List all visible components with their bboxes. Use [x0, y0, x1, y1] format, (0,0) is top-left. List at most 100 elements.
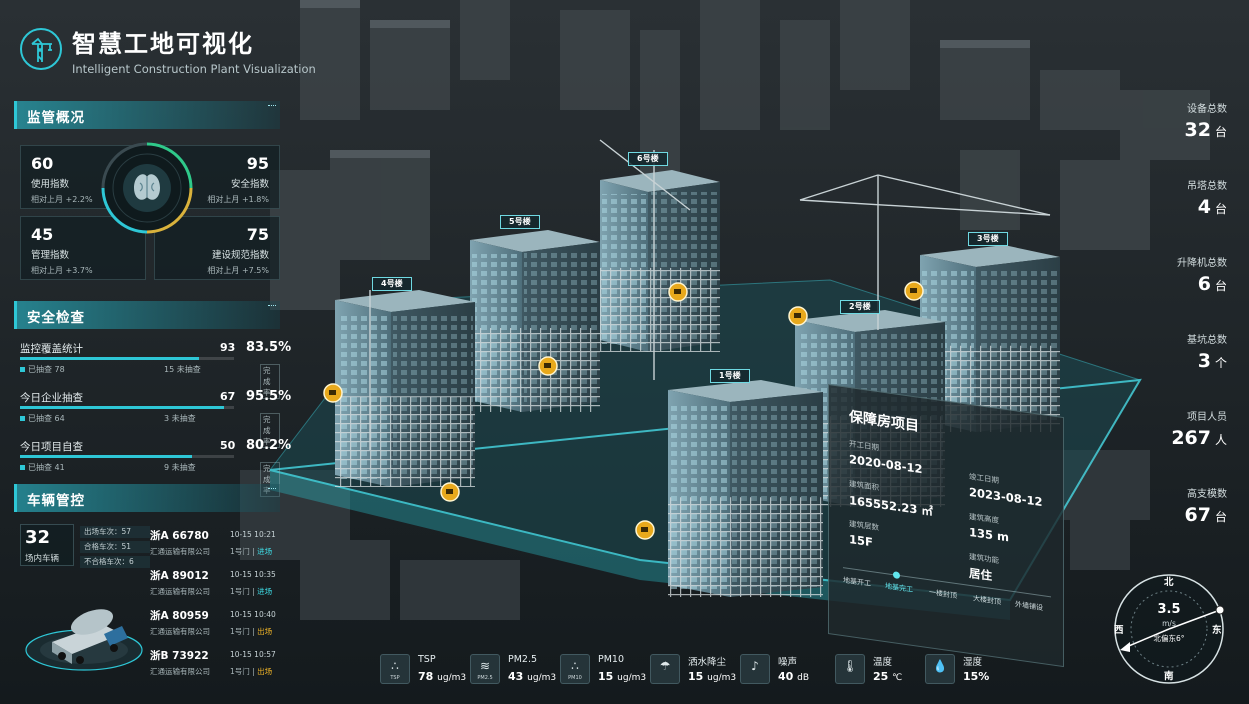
- stat-value: 67 台: [1107, 504, 1227, 526]
- env-unit: dB: [797, 673, 810, 683]
- unchecked-count: 3 未抽查: [164, 413, 196, 424]
- stat-item[interactable]: 吊塔总数 4台: [1107, 177, 1227, 218]
- env-metric[interactable]: 🌡 温度 25 ℃: [835, 652, 921, 688]
- env-unit: ug/m3: [527, 673, 557, 683]
- stat-label: 基坑总数: [1187, 335, 1227, 346]
- unqualified-count: 不合格车次：6: [80, 556, 150, 568]
- page-title: 智慧工地可视化: [72, 30, 254, 58]
- height-label: 建筑高度: [969, 511, 999, 526]
- env-unit: ℃: [892, 673, 903, 683]
- index-value: 45: [31, 225, 54, 244]
- stat-value: 3个: [1107, 350, 1227, 372]
- vehicle-record[interactable]: 浙A 66780 10-15 10:21 汇通运输有限公司 1号门 | 进场: [150, 528, 280, 562]
- safety-row-count: 93: [220, 341, 236, 354]
- stat-number: 3: [1197, 350, 1211, 372]
- checked-label: 已抽查: [28, 365, 52, 374]
- vehicle-direction: 进场: [257, 547, 273, 556]
- progress-step-3: 一楼封顶: [929, 588, 957, 601]
- vehicle-time: 10-15 10:57: [230, 650, 276, 659]
- end-date-label: 竣工日期: [969, 471, 999, 486]
- env-metric[interactable]: ☂ 洒水降尘 15 ug/m3: [650, 652, 736, 688]
- stat-label: 高支模数: [1187, 489, 1227, 500]
- vehicle-company: 汇通运输有限公司: [150, 547, 210, 556]
- safety-row[interactable]: 监控覆盖统计 93 83.5% 已抽查 78 15 未抽查 完成率: [14, 340, 291, 399]
- index-label: 安全指数: [230, 179, 269, 190]
- page-subtitle: Intelligent Construction Plant Visualiza…: [72, 62, 316, 76]
- wind-direction: 北偏东6°: [1153, 634, 1185, 643]
- env-number: 40: [778, 670, 794, 683]
- building-tag-1[interactable]: 1号楼: [710, 369, 750, 383]
- index-change: 相对上月 +1.8%: [207, 195, 269, 204]
- env-unit: ug/m3: [707, 673, 737, 683]
- env-value: 25 ℃: [873, 670, 902, 683]
- stat-item[interactable]: 设备总数 32 台: [1107, 100, 1227, 141]
- building-tag-2[interactable]: 2号楼: [840, 300, 880, 314]
- exit-count: 出场车次：57: [80, 526, 150, 538]
- env-metric[interactable]: ∴ TSP TSP 78 ug/m3: [380, 652, 466, 688]
- checked-value: 41: [54, 463, 65, 472]
- env-name: 湿度: [963, 657, 983, 668]
- vehicle-record[interactable]: 浙A 89012 10-15 10:35 汇通运输有限公司 1号门 | 进场: [150, 568, 280, 602]
- building-tag-4[interactable]: 4号楼: [372, 277, 412, 291]
- vehicle-plate: 浙B 73922: [150, 650, 209, 662]
- env-unit: ug/m3: [617, 673, 647, 683]
- checked-count: 已抽查 78: [20, 364, 65, 375]
- env-value: 40 dB: [778, 670, 809, 683]
- index-label: 使用指数: [31, 179, 70, 190]
- vehicle-gate: 1号门 | 进场: [230, 586, 272, 597]
- building-model: [668, 380, 823, 597]
- safety-row-count: 50: [220, 439, 236, 452]
- building-tag-6[interactable]: 6号楼: [628, 152, 668, 166]
- building-tag-3[interactable]: 3号楼: [968, 232, 1008, 246]
- env-name: PM10: [598, 654, 625, 665]
- stat-value: 267 人: [1107, 427, 1227, 449]
- safety-title: 安全检查: [27, 310, 85, 326]
- progress-step-4: 大楼封顶: [973, 594, 1001, 607]
- wind-speed-unit: m/s: [1162, 619, 1176, 628]
- vehicle-company: 汇通运输有限公司: [150, 627, 210, 636]
- vehicle-record[interactable]: 浙B 73922 10-15 10:57 汇通运输有限公司 1号门 | 出场: [150, 648, 280, 682]
- building-tag-5[interactable]: 5号楼: [500, 215, 540, 229]
- stat-item[interactable]: 高支模数 67 台: [1107, 485, 1227, 526]
- env-name: TSP: [418, 654, 436, 665]
- stat-unit: 台: [1214, 279, 1227, 293]
- pm25-icon: ≋ PM2.5: [470, 654, 500, 684]
- env-metric[interactable]: ≋ PM2.5 PM2.5 43 ug/m3: [470, 652, 556, 688]
- vehicle-title: 车辆管控: [27, 493, 85, 509]
- compass-south: 南: [1164, 671, 1174, 682]
- area-value: 165552.23 ㎡: [849, 492, 933, 519]
- project-info-card[interactable]: 保障房项目 开工日期 2020-08-12 建筑面积 165552.23 ㎡ 建…: [828, 384, 1064, 668]
- vehicle-control-panel: 车辆管控 32 场内车辆 出场车次：57 合格车次：51 不合格车次：6 浙A …: [14, 484, 280, 694]
- env-metric[interactable]: ∴ PM10 PM10 15 ug/m3: [560, 652, 646, 688]
- stat-item[interactable]: 基坑总数 3个: [1107, 331, 1227, 372]
- vehicle-gate: 1号门 | 出场: [230, 666, 272, 677]
- vehicle-panel-header: 车辆管控: [14, 484, 280, 512]
- safety-progress-bar: [20, 406, 234, 409]
- env-metric[interactable]: 💧 湿度 15%: [925, 652, 1011, 688]
- vehicle-record[interactable]: 浙A 80959 10-15 10:40 汇通运输有限公司 1号门 | 出场: [150, 608, 280, 642]
- env-metric[interactable]: ♪ 噪声 40 dB: [740, 652, 826, 688]
- progress-step-1: 地基开工: [843, 576, 871, 589]
- vehicle-plate: 浙A 66780: [150, 530, 209, 542]
- env-number: 15%: [963, 670, 990, 683]
- safety-inspection-panel: 安全检查 监控覆盖统计 93 83.5% 已抽查 78 15 未抽查 完成率 今…: [14, 301, 291, 497]
- env-icon-caption: PM10: [568, 675, 582, 681]
- progress-step-5: 外墙铺设: [1015, 600, 1043, 613]
- compass-north: 北: [1164, 577, 1174, 588]
- safety-row[interactable]: 今日项目自查 50 80.2% 已抽查 41 9 未抽查 完成率: [14, 438, 291, 497]
- stat-number: 267: [1171, 427, 1211, 449]
- vehicle-count: 32: [25, 527, 51, 548]
- supervision-panel: 监管概况 60 使用指数 相对上月 +2.2% 95 安全指数 相对上月 +1.…: [14, 101, 280, 285]
- stat-item[interactable]: 项目人员 267 人: [1107, 408, 1227, 449]
- vehicle-gate: 1号门 | 出场: [230, 626, 272, 637]
- safety-row-name: 今日项目自查: [20, 441, 83, 453]
- index-change: 相对上月 +2.2%: [31, 195, 93, 204]
- safety-row[interactable]: 今日企业抽查 67 95.5% 已抽查 64 3 未抽查 完成率: [14, 389, 291, 448]
- gate-label: 1号门 |: [230, 547, 258, 556]
- building-model: [600, 170, 720, 352]
- stat-label: 设备总数: [1187, 104, 1227, 115]
- end-date: 2023-08-12: [969, 484, 1043, 510]
- safety-progress-bar: [20, 357, 234, 360]
- env-number: 43: [508, 670, 524, 683]
- stat-item[interactable]: 升降机总数 6台: [1107, 254, 1227, 295]
